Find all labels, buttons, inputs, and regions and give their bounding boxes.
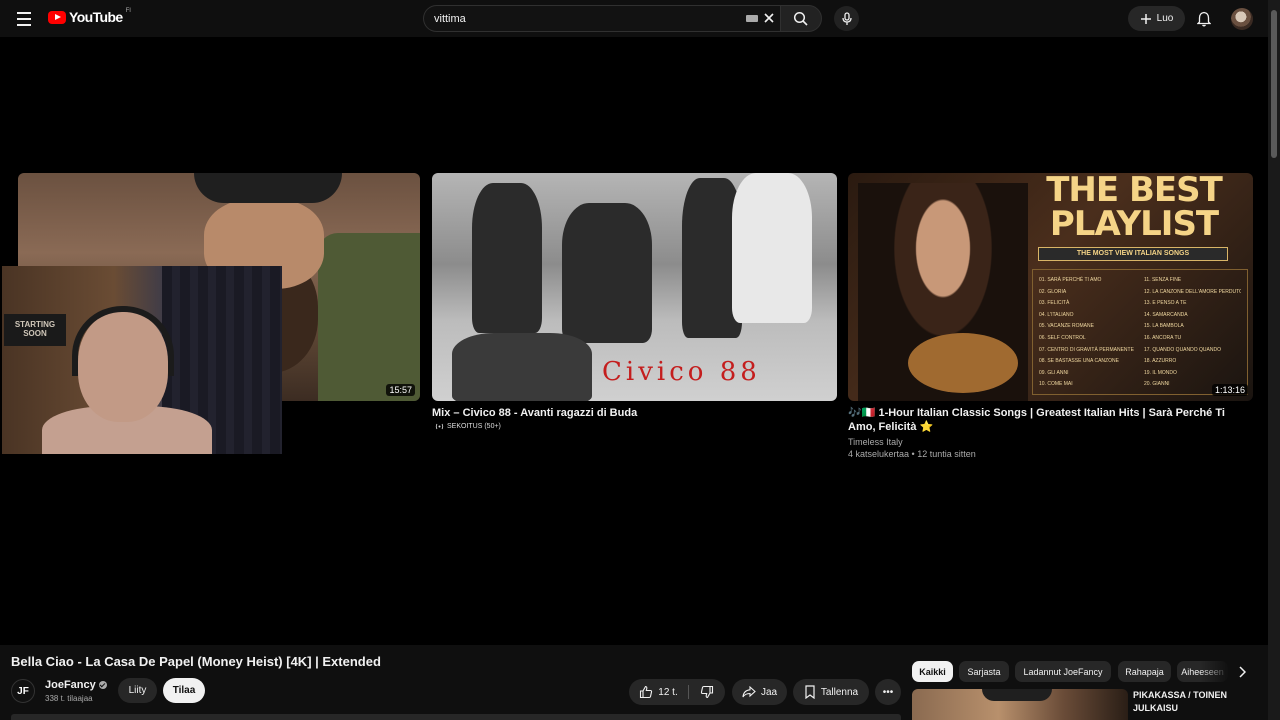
- save-label: Tallenna: [820, 686, 859, 698]
- endscreen-video-3-channel[interactable]: Timeless Italy: [848, 436, 903, 448]
- mix-badge-label: SEKOITUS (50+): [447, 423, 501, 430]
- endscreen-video-3-thumbnail[interactable]: THE BEST PLAYLIST THE MOST VIEW ITALIAN …: [848, 173, 1253, 401]
- thumbnail-song-item: 11. SENZA FINE: [1144, 277, 1182, 283]
- thumbnail-song-item: 06. SELF CONTROL: [1039, 334, 1086, 341]
- mic-icon: [841, 11, 852, 25]
- search-icon: [793, 11, 808, 26]
- masthead: YouTube FI Luo: [0, 0, 1268, 37]
- page: YouTube FI Luo: [0, 0, 1280, 720]
- thumbnail-song-item: 16. ANCORA TU: [1144, 334, 1182, 341]
- save-button[interactable]: Tallenna: [793, 679, 869, 705]
- share-icon: [742, 686, 756, 698]
- chip-uploaded-by[interactable]: Ladannut JoeFancy: [1015, 661, 1111, 682]
- broadcast-icon: [435, 423, 444, 430]
- endscreen-video-3-stats: 4 katselukertaa • 12 tuntia sitten: [848, 449, 976, 459]
- chip-fade: [1200, 661, 1230, 682]
- thumbnail-song-list: 01. SARÀ PERCHÉ TI AMO 11. SENZA FINE 02. …: [1032, 269, 1248, 395]
- subscriber-count: 338 t. tilaajaa: [45, 694, 93, 703]
- bookmark-icon: [805, 685, 815, 699]
- like-divider: [688, 685, 689, 699]
- thumbnail-song-item: 18. AZZURRO: [1144, 358, 1177, 365]
- thumbnail-song-item: 02. GLORIA: [1039, 288, 1067, 295]
- thumbnail-art: [982, 689, 1052, 701]
- thumbs-up-icon: [640, 685, 653, 699]
- create-button[interactable]: Luo: [1128, 6, 1185, 31]
- thumbnail-subtitle: THE MOST VIEW ITALIAN SONGS: [1038, 247, 1228, 261]
- thumbnail-song-item: 10. COME MAI: [1039, 381, 1073, 388]
- duration-badge: 1:13:16: [1211, 384, 1248, 396]
- scrollbar-thumb[interactable]: [1271, 10, 1277, 158]
- thumbnail-song-item: 15. LA BAMBOLA: [1144, 323, 1184, 330]
- channel-name[interactable]: JoeFancy: [45, 679, 107, 691]
- play-logo-icon: [48, 10, 66, 24]
- endscreen-video-2-title[interactable]: Mix – Civico 88 - Avanti ragazzi di Buda: [432, 406, 837, 420]
- thumbnail-title: THE BEST PLAYLIST: [1046, 173, 1223, 244]
- like-dislike-group: 12 t.: [629, 679, 725, 705]
- like-count: 12 t.: [658, 686, 678, 698]
- recommendation-title[interactable]: PIKAKASSA / TOINEN JULKAISU: [1133, 689, 1253, 715]
- join-button[interactable]: Liity: [118, 678, 157, 703]
- subscribe-button[interactable]: Tilaa: [163, 678, 205, 703]
- keyboard-icon[interactable]: [746, 15, 758, 22]
- thumbnail-art: [908, 333, 1018, 393]
- like-button[interactable]: 12 t.: [629, 679, 688, 705]
- youtube-logo[interactable]: YouTube FI: [48, 8, 131, 25]
- thumbnail-song-item: 13. E PENSO A TE: [1144, 300, 1187, 307]
- endscreen-video-3-title[interactable]: 🎶🇮🇹 1-Hour Italian Classic Songs | Great…: [848, 406, 1253, 434]
- endscreen-video-2-thumbnail[interactable]: Civico 88: [432, 173, 837, 401]
- search-button[interactable]: [780, 5, 822, 32]
- thumbnail-song-item: 17. QUANDO QUANDO QUANDO: [1144, 346, 1221, 353]
- chip-series[interactable]: Sarjasta: [959, 661, 1009, 682]
- thumbnail-song-item: 05. VACANZE ROMANE: [1039, 323, 1094, 330]
- thumbnail-song-item: 08. SE BASTASSE UNA CANZONE: [1039, 358, 1119, 365]
- menu-icon[interactable]: [13, 8, 35, 30]
- channel-avatar[interactable]: JF: [11, 679, 35, 703]
- channel-name-text: JoeFancy: [45, 679, 96, 691]
- search-input[interactable]: [434, 12, 724, 25]
- chevron-right-icon[interactable]: [1232, 661, 1252, 682]
- thumbnail-text: Civico 88: [602, 357, 761, 387]
- duration-badge: 15:57: [386, 384, 415, 396]
- region-code: FI: [125, 8, 131, 14]
- chip-rahapaja[interactable]: Rahapaja: [1118, 661, 1171, 682]
- notifications-button[interactable]: [1193, 8, 1215, 30]
- thumbnail-song-item: 12. LA CANZONE DELL'AMORE PERDUTO: [1144, 288, 1241, 295]
- chip-all[interactable]: Kaikki: [912, 661, 953, 682]
- video-title: Bella Ciao - La Casa De Papel (Money Hei…: [11, 654, 381, 669]
- thumbnail-song-item: 19. IL MONDO: [1144, 369, 1177, 376]
- verified-icon: [98, 681, 107, 689]
- thumbnail-art: [472, 183, 542, 333]
- more-actions-button[interactable]: •••: [875, 679, 901, 705]
- search-box: [423, 5, 780, 32]
- thumbnail-art: [732, 173, 812, 323]
- thumbnail-song-item: 04. L'ITALIANO: [1039, 311, 1074, 318]
- thumbnail-art: [318, 233, 420, 401]
- voice-search-button[interactable]: [834, 6, 859, 31]
- create-label: Luo: [1156, 13, 1174, 24]
- thumbnail-song-item: 09. GLI ANNI: [1039, 369, 1069, 376]
- share-button[interactable]: Jaa: [732, 679, 787, 705]
- thumbnail-art: [452, 333, 592, 401]
- webcam-overlay: STARTING SOON: [2, 266, 282, 454]
- thumbnail-art: [562, 203, 652, 343]
- thumbnail-song-item: 03. FELICITÀ: [1039, 300, 1070, 307]
- description-box-edge: [11, 714, 901, 720]
- webcam-poster: STARTING SOON: [4, 314, 66, 346]
- thumbnail-art: [194, 173, 342, 203]
- thumbnail-song-item: 07. CENTRO DI GRAVITÀ PERMANENTE: [1039, 346, 1134, 353]
- plus-icon: [1140, 13, 1151, 24]
- dislike-button[interactable]: [691, 679, 723, 705]
- logo-text: YouTube: [69, 9, 123, 25]
- thumbnail-song-item: 14. SAMARCANDA: [1144, 311, 1188, 318]
- bell-icon: [1197, 11, 1211, 27]
- thumbnail-song-item: 01. SARÀ PERCHÉ TI AMO: [1039, 277, 1102, 283]
- headset: [72, 306, 174, 376]
- mix-badge: SEKOITUS (50+): [435, 423, 501, 430]
- clear-icon[interactable]: [762, 11, 776, 25]
- recommendation-thumbnail[interactable]: [912, 689, 1128, 720]
- thumbs-down-icon: [700, 685, 714, 699]
- page-scrollbar[interactable]: [1268, 0, 1280, 720]
- share-label: Jaa: [760, 686, 778, 698]
- account-avatar[interactable]: [1231, 8, 1253, 30]
